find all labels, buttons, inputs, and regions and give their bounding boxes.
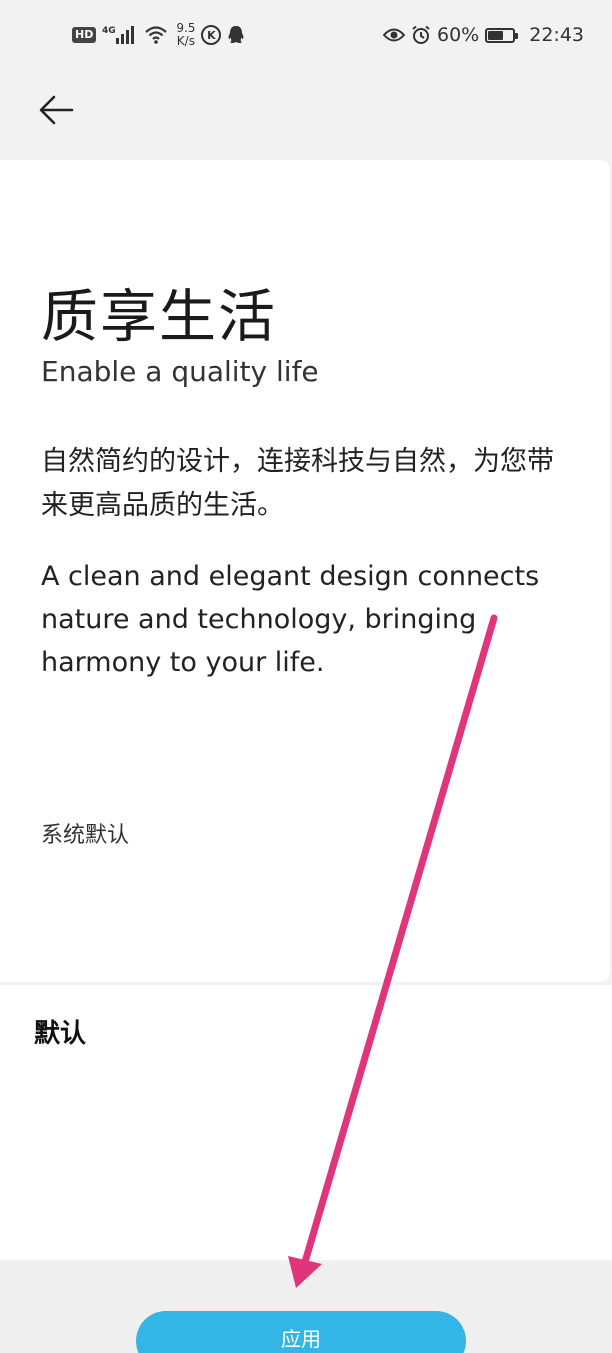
status-bar-left: HD 4G 9.5 K/s K xyxy=(72,22,245,48)
screen: HD 4G 9.5 K/s K 60% 22:43 质享生活 Enable a … xyxy=(0,0,612,1353)
qq-icon xyxy=(229,26,244,44)
net-speed-unit: K/s xyxy=(176,34,195,48)
preview-description-cn: 自然简约的设计，连接科技与自然，为您带来更高品质的生活。 xyxy=(41,446,554,521)
battery-percent: 60% xyxy=(437,24,480,46)
battery-icon xyxy=(485,27,519,43)
preview-description-en: A clean and elegant design connects natu… xyxy=(41,561,540,678)
status-bar: HD 4G 9.5 K/s K 60% 22:43 xyxy=(0,0,612,78)
preview-subtitle: Enable a quality life xyxy=(41,355,319,388)
alarm-icon xyxy=(412,25,430,44)
preview-title: 质享生活 xyxy=(41,284,277,350)
net-speed: 9.5 K/s xyxy=(176,22,195,48)
selected-font-name: 默认 xyxy=(34,1019,87,1049)
apply-button[interactable]: 应用 xyxy=(136,1311,466,1353)
eye-icon xyxy=(383,28,405,42)
font-option-area xyxy=(0,985,612,1260)
font-name-label: 系统默认 xyxy=(41,823,130,848)
battery-fill xyxy=(488,30,503,40)
network-type-label: 4G xyxy=(102,26,116,36)
signal-icon: 4G xyxy=(102,26,135,44)
hd-badge: HD xyxy=(72,27,97,43)
back-button[interactable] xyxy=(32,86,80,134)
arrow-left-icon xyxy=(39,95,74,125)
wifi-icon xyxy=(145,26,168,44)
status-bar-right: 60% 22:43 xyxy=(383,24,584,46)
status-time: 22:43 xyxy=(529,24,584,46)
k-icon: K xyxy=(201,25,222,45)
